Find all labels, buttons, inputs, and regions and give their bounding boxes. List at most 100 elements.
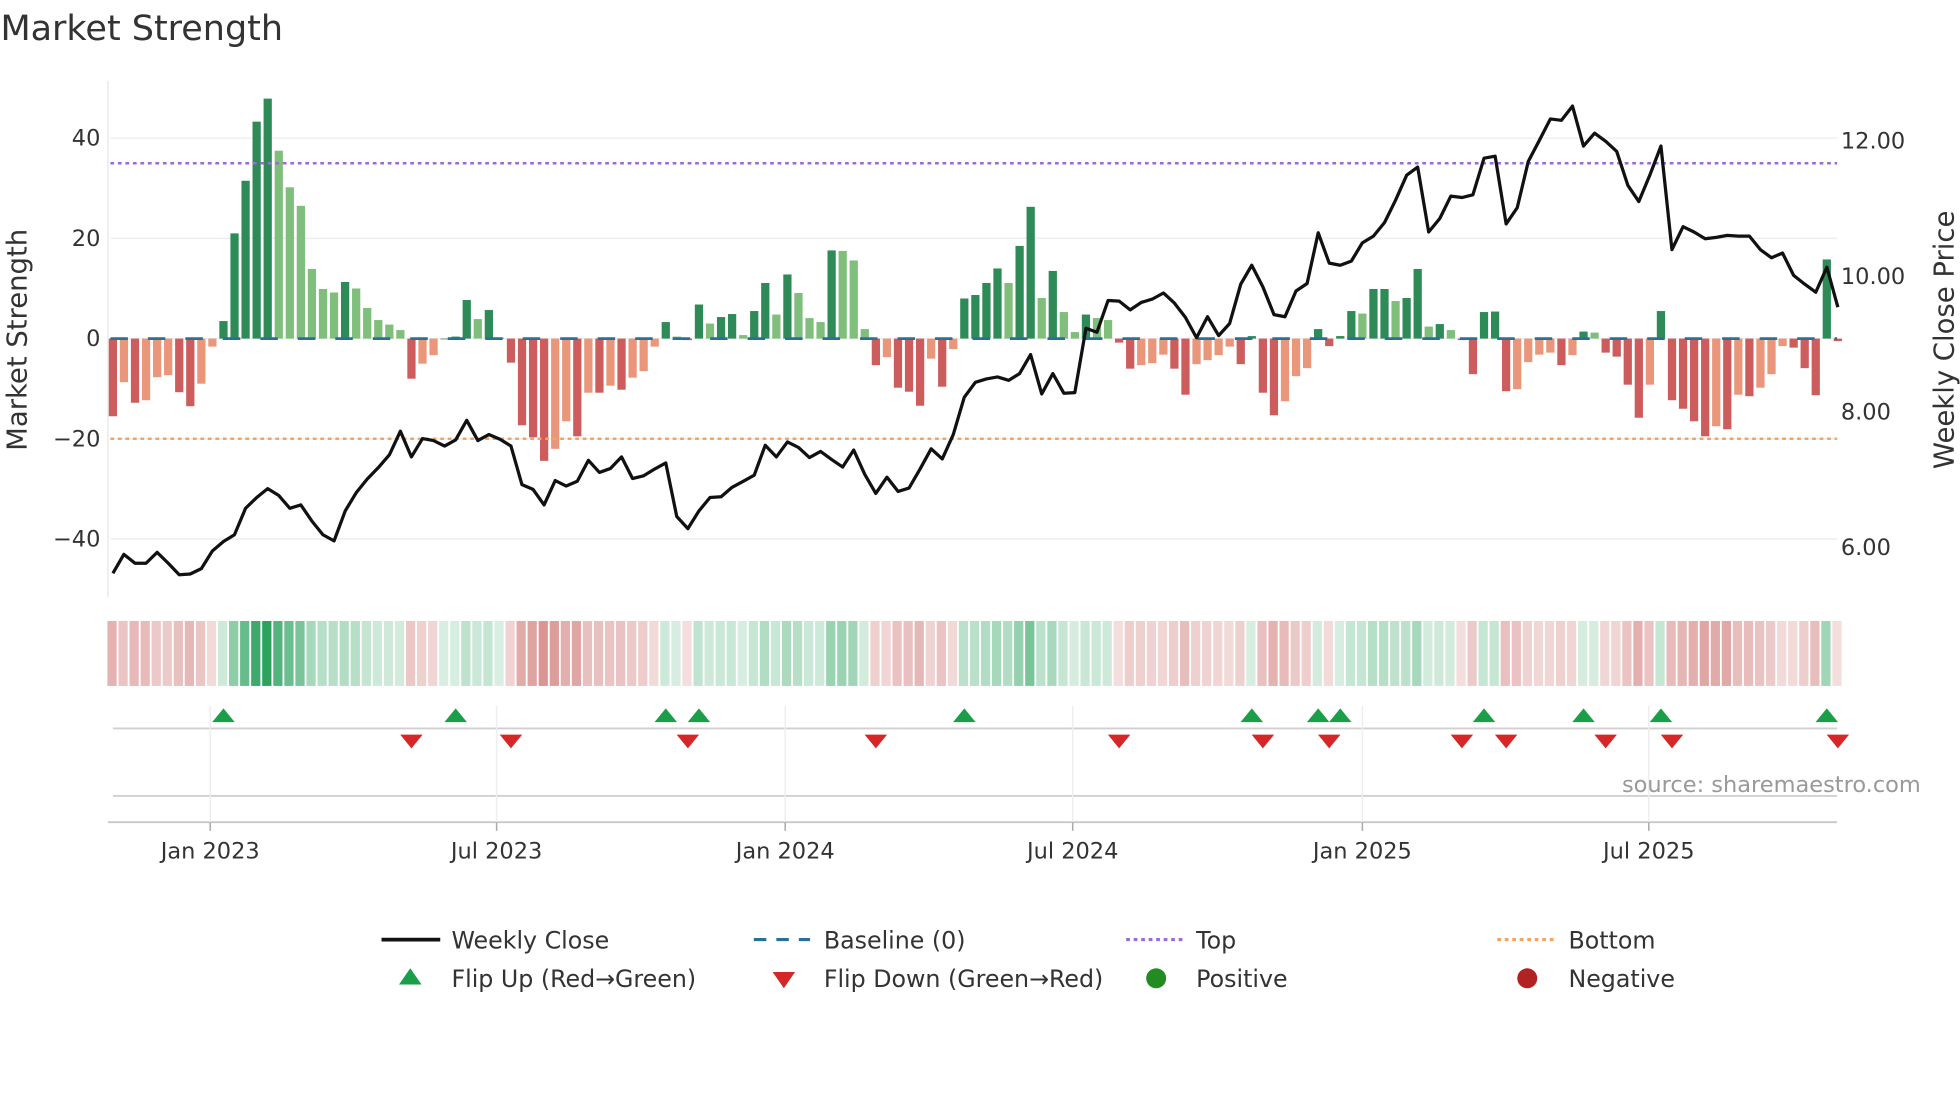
strength-bar (440, 338, 449, 340)
legend-positive: Positive (1196, 965, 1287, 993)
strength-bar (540, 338, 549, 461)
strength-cell (217, 620, 228, 686)
strength-bar (1689, 338, 1699, 422)
strength-cell (1777, 620, 1787, 686)
flip-down-marker (499, 734, 523, 749)
flip-down-marker (1251, 734, 1275, 749)
strength-bar (628, 338, 637, 378)
strength-cell (1666, 620, 1676, 686)
strength-bar (584, 338, 593, 393)
strength-bar (1391, 301, 1400, 339)
strength-cell (616, 620, 626, 686)
strength-cell (1102, 620, 1112, 686)
strength-cell (1832, 620, 1842, 686)
strength-cell (1356, 620, 1367, 686)
flip-down-marker (1660, 734, 1684, 749)
left-tick-label: 0 (86, 326, 100, 352)
strength-bar (739, 335, 748, 339)
strength-bar (993, 268, 1002, 339)
strength-bar (130, 338, 140, 403)
strength-bar (1181, 338, 1190, 395)
right-axis-ticks: 12.00 10.00 8.00 6.00 (1841, 129, 1905, 561)
strength-bar (1513, 338, 1522, 390)
strength-bar (1291, 338, 1301, 377)
flip-up-marker (687, 708, 711, 723)
strength-cell (792, 620, 803, 686)
strength-cell (1014, 620, 1024, 686)
strength-bar (1225, 338, 1234, 347)
strength-cell (1401, 620, 1411, 686)
strength-bar (1601, 338, 1610, 353)
strength-bar (849, 260, 858, 339)
strength-cell (892, 620, 902, 686)
strength-cell (417, 620, 427, 686)
strength-cell (262, 620, 272, 686)
strength-bar (241, 180, 250, 339)
strength-cell (118, 620, 128, 686)
strength-bar (573, 338, 582, 437)
strength-bar (1280, 338, 1290, 402)
strength-cell (903, 620, 913, 686)
x-tick-label: Jan 2025 (1311, 838, 1412, 864)
strength-bar (915, 338, 925, 406)
strength-cell (1721, 620, 1732, 686)
strength-bar (551, 338, 560, 449)
strength-cell (936, 620, 946, 686)
strength-bar (1446, 330, 1455, 339)
strength-cell (284, 620, 294, 686)
strength-bar (340, 281, 350, 339)
strength-bar (175, 338, 184, 393)
strength-cell (1732, 620, 1743, 686)
strength-cell (1334, 620, 1345, 686)
strength-bar (772, 314, 781, 339)
strength-cell (1688, 620, 1698, 686)
flip-up-marker (444, 708, 467, 723)
strength-cell (1821, 620, 1831, 686)
strength-cell (1500, 620, 1510, 686)
legend-bottom: Bottom (1568, 926, 1655, 954)
strength-cell (162, 620, 172, 686)
strength-bar (705, 323, 715, 339)
strength-bar (108, 338, 118, 417)
strength-bar (119, 338, 129, 383)
strength-cell (980, 620, 991, 686)
strength-cell (173, 620, 183, 686)
flip-up-marker (1472, 708, 1496, 723)
flip-up-marker (1306, 708, 1330, 723)
strength-bar (971, 295, 980, 339)
strength-bar (982, 282, 991, 339)
strength-cell (1489, 620, 1499, 686)
strength-cell (1390, 620, 1400, 686)
legend-baseline: Baseline (0) (824, 926, 966, 954)
strength-bar (606, 338, 615, 386)
strength-cell (439, 620, 449, 686)
strength-cell (494, 620, 504, 686)
strength-cell (1025, 620, 1035, 686)
strength-bar (164, 338, 173, 376)
strength-cell (516, 620, 526, 686)
flip-up-marker (953, 708, 976, 723)
strength-cell (1345, 620, 1356, 686)
strength-cell (195, 620, 206, 686)
strength-cell (1224, 620, 1234, 686)
strength-bar (1302, 338, 1312, 369)
strength-bar (1645, 338, 1655, 385)
strength-bar (1656, 311, 1666, 339)
strength-bar (1413, 268, 1422, 339)
legend-flip-up-icon (399, 968, 422, 985)
strength-cell (759, 620, 770, 686)
right-tick-label: 12.00 (1841, 129, 1905, 155)
strength-bar (1369, 288, 1378, 339)
strength-cell (1003, 620, 1013, 686)
strength-bar (1634, 338, 1643, 418)
strength-cell (991, 620, 1002, 686)
strength-cell (604, 620, 615, 686)
strength-cell (1456, 620, 1466, 686)
strength-cell (1036, 620, 1046, 686)
strength-cell (848, 620, 858, 686)
strength-bar (827, 250, 836, 339)
right-tick-label: 6.00 (1841, 535, 1891, 561)
strength-cell (1677, 620, 1687, 686)
strength-bar (219, 321, 228, 339)
strength-bar (418, 338, 427, 364)
